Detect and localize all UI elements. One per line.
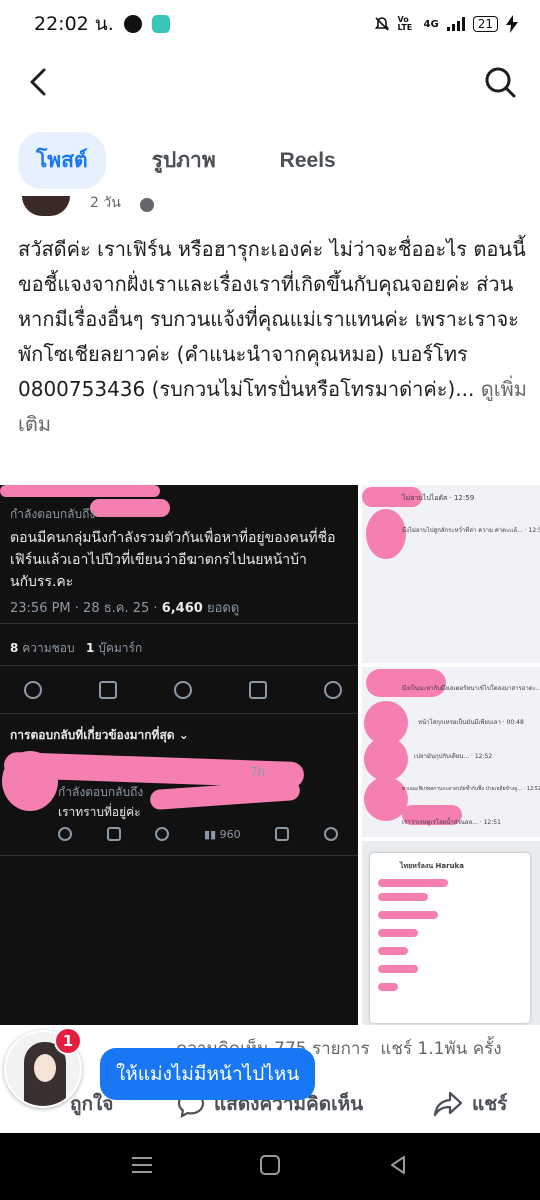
reply-heart-icon — [155, 827, 170, 841]
tweet-meta: 23:56 PM · 28 ธ.ค. 25 · 6,460 ยอดดู — [10, 601, 240, 616]
post-text: สวัสดีค่ะ เราเฟิร์น หรือฮารุกะเองค่ะ ไม่… — [18, 232, 530, 442]
shares-count[interactable]: แชร์ 1.1พัน ครั้ง — [380, 1039, 501, 1059]
tweet-text: ตอนมีคนกลุ่มนึงกำลังรวมตัวกันเพื่อหาที่อ… — [10, 530, 336, 590]
tab-posts[interactable]: โพสต์ — [18, 132, 106, 189]
post-photo-main[interactable]: กำลังตอบกลับถึง ตอนมีคนกลุ่มนึงกำลังรวมต… — [0, 485, 358, 1025]
system-nav-bar — [0, 1133, 540, 1200]
back-nav-icon[interactable] — [386, 1155, 410, 1175]
reply-bookmark-icon — [275, 827, 290, 841]
post-photo-4[interactable]: ไทยหร์ลงน Haruka — [362, 841, 540, 1025]
post-time: 2 วัน — [90, 195, 121, 211]
chat-head-message-bubble[interactable]: ให้แม่งไม่มีหน้าไปไหน — [100, 1048, 316, 1100]
tweet-actions — [24, 681, 342, 699]
share-label: แชร์ — [472, 1093, 508, 1115]
network-type: 4G — [423, 18, 439, 30]
reply-text: เราทราบที่อยู่ค่ะ — [58, 805, 141, 819]
chat-screenshot: ไทยหร์ลงน Haruka — [370, 853, 530, 1023]
relevant-replies-label: การตอบกลับที่เกี่ยวข้องมากที่สุด ⌄ — [10, 728, 189, 742]
tweet-stats: 8 ความชอบ 1 บุ๊คมาร์ก — [10, 641, 143, 655]
battery-indicator: 21 — [472, 16, 498, 32]
status-time: 22:02 น. — [34, 13, 114, 35]
profile-tabs: โพสต์ รูปภาพ Reels — [18, 132, 354, 189]
reply-views: ▮▮ 960 — [204, 827, 241, 841]
post-photo-3[interactable]: มึงเป็นนะหากับมึงเลเตอร์หนาเข้ไปใตลงมาสา… — [362, 667, 540, 837]
reply-share-icon — [323, 827, 338, 841]
app-notification-icon — [151, 15, 170, 33]
bookmark-icon — [249, 681, 267, 699]
globe-icon — [140, 198, 154, 212]
home-icon[interactable] — [258, 1155, 282, 1175]
reply-time: 7h — [250, 765, 266, 779]
tweet-views: 6,460 — [161, 601, 203, 616]
top-bar — [0, 52, 540, 112]
recent-apps-icon[interactable] — [130, 1155, 154, 1175]
reply-retweet-icon — [106, 827, 121, 841]
search-icon[interactable] — [482, 64, 518, 100]
tab-reels[interactable]: Reels — [262, 137, 354, 185]
reply-comment-icon — [58, 827, 72, 841]
post-body: สวัสดีค่ะ เราเฟิร์น หรือฮารุกะเองค่ะ ไม่… — [18, 237, 526, 401]
post-author-avatar[interactable] — [22, 196, 70, 216]
chat-head-badge: 1 — [54, 1027, 82, 1055]
retweet-icon — [99, 681, 117, 699]
status-bar: 22:02 น. Vo LTE 4G 21 — [0, 0, 540, 48]
reply-icon — [24, 681, 42, 699]
messenger-notification-icon — [123, 15, 142, 33]
volte-indicator: Vo LTE — [397, 15, 413, 32]
share-arrow-icon — [433, 1091, 463, 1117]
reply-to-label: กำลังตอบกลับถึง — [10, 507, 96, 521]
tab-photos[interactable]: รูปภาพ — [134, 132, 234, 189]
share-icon — [324, 681, 342, 699]
heart-icon — [174, 681, 192, 699]
reply-actions: ▮▮ 960 — [58, 827, 338, 841]
share-button[interactable]: แชร์ — [432, 1089, 507, 1119]
reply-reply-to: กำลังตอบกลับถึง — [58, 785, 144, 799]
charging-icon — [506, 15, 518, 33]
signal-icon — [446, 17, 465, 31]
post-photo-2[interactable]: ไม่ลาบไปไอดัส · 12:59 มึงไม่ลาบไปสูกลักร… — [362, 485, 540, 663]
mute-icon — [374, 17, 389, 31]
back-arrow-icon[interactable] — [22, 64, 58, 100]
